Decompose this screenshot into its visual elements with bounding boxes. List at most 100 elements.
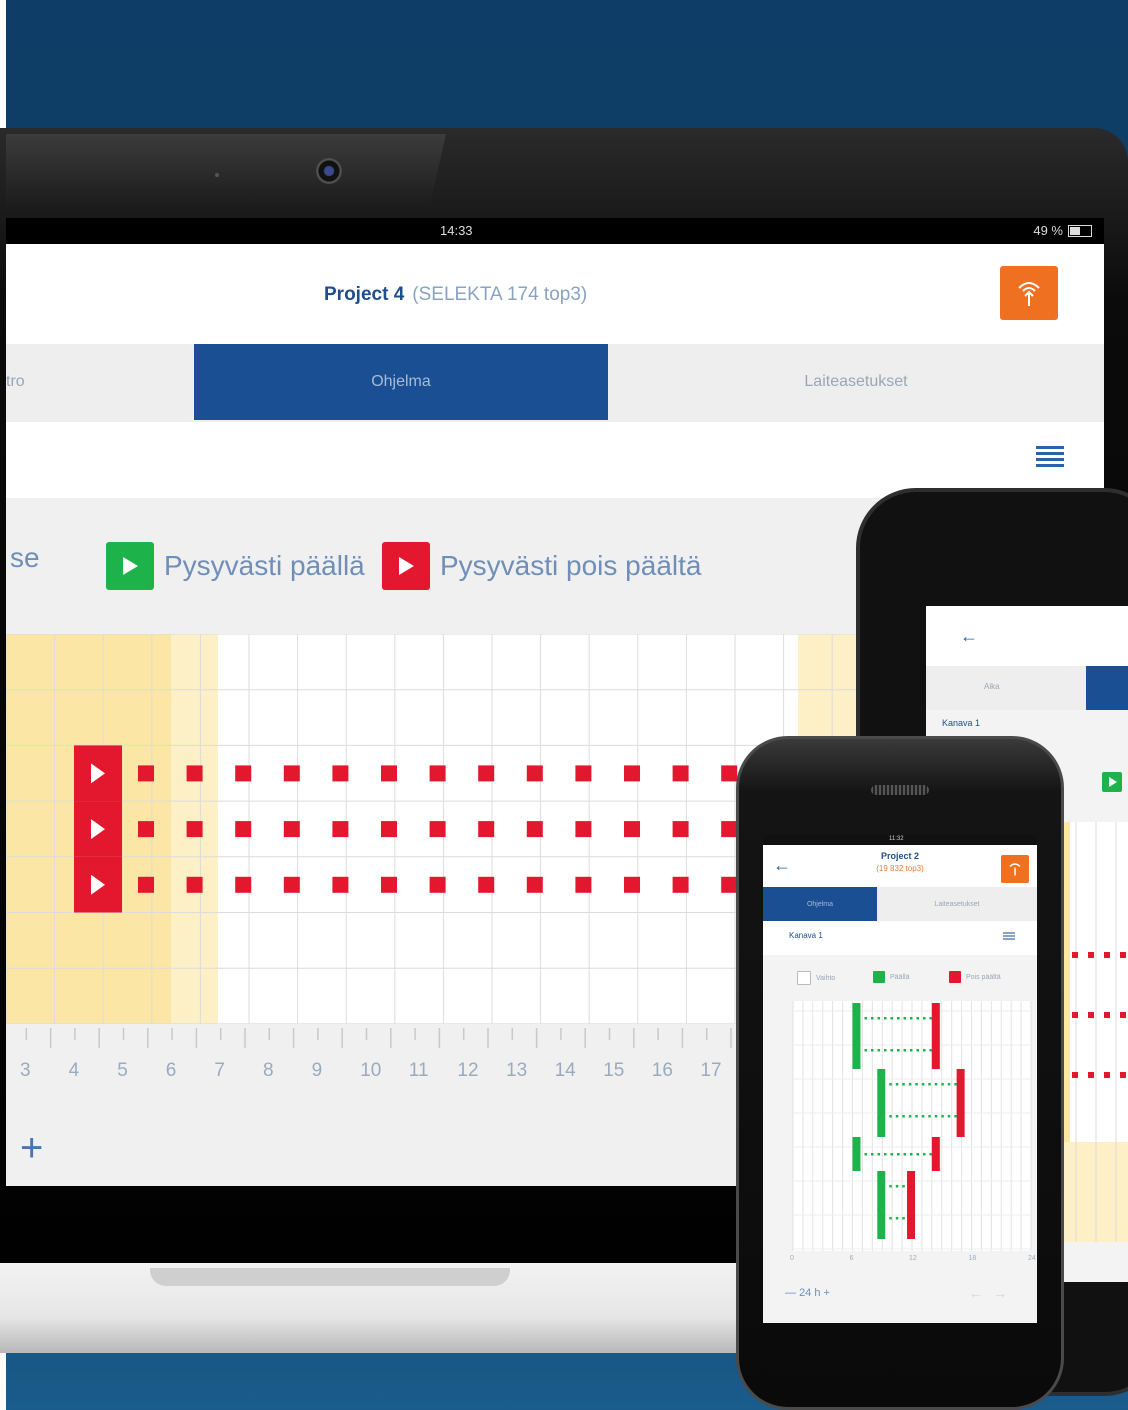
tab-program[interactable]	[1086, 666, 1128, 710]
phone-plus-header: ←	[926, 606, 1128, 666]
phone-schedule-chart[interactable]	[763, 1001, 1037, 1251]
phone-tab-device-settings[interactable]: Laiteasetukset	[877, 887, 1037, 921]
tab-info[interactable]: tro	[6, 344, 194, 420]
off-dot	[1120, 1072, 1126, 1078]
tab-program[interactable]: Ohjelma	[194, 344, 608, 420]
on-dot	[890, 1153, 893, 1156]
off-dot	[235, 765, 252, 782]
axis-tick-label: 11	[408, 1060, 429, 1081]
on-dot	[947, 1083, 951, 1086]
axis-tick-label: 13	[506, 1060, 528, 1081]
legend-label: Päällä	[890, 973, 910, 981]
tablet-stand	[150, 1268, 510, 1286]
zoom-control[interactable]: — 24 h +	[785, 1287, 830, 1299]
off-dot	[721, 765, 738, 782]
phone-time-axis: 0 6 12 18 24	[763, 1253, 1037, 1271]
on-dot	[871, 1017, 874, 1020]
on-dot	[916, 1049, 919, 1052]
off-dot	[235, 821, 252, 838]
tab-device-settings[interactable]: Laiteasetukset	[608, 344, 1104, 420]
on-dot	[934, 1115, 938, 1118]
on-dot	[889, 1217, 892, 1220]
off-dot	[186, 765, 203, 782]
on-dot	[902, 1217, 905, 1220]
phone-header: ← Project 2 (19 832 top3)	[763, 845, 1037, 887]
zoom-out-button[interactable]: —	[785, 1287, 796, 1299]
on-bar	[877, 1171, 886, 1239]
device-name: (SELEKTA 174 top3)	[412, 284, 588, 305]
phone-plus-tabs: Aika	[926, 666, 1128, 710]
list-icon[interactable]	[1036, 446, 1064, 468]
legend-label: Vaihto	[816, 974, 836, 982]
on-dot	[877, 1153, 880, 1156]
antenna-icon	[1009, 863, 1021, 876]
off-dot	[575, 821, 592, 838]
phone-legend-off[interactable]: Pois päältä	[949, 971, 1001, 983]
tab-time[interactable]: Aika	[984, 682, 1000, 691]
on-dot	[895, 1185, 899, 1188]
off-dot	[138, 765, 154, 782]
on-dot	[884, 1153, 887, 1156]
list-icon[interactable]	[1003, 932, 1015, 941]
legend-label-on: Pysyvästi päällä	[164, 550, 365, 581]
on-dot	[877, 1017, 880, 1020]
on-dot	[902, 1185, 905, 1188]
axis-tick-label: 0	[790, 1255, 794, 1262]
legend-item-partial[interactable]: se	[10, 542, 40, 574]
phone-status-bar: 11:32	[763, 835, 1037, 845]
off-dot	[1072, 1072, 1078, 1078]
phone-legend-on[interactable]: Päällä	[873, 971, 909, 983]
on-dot	[947, 1115, 951, 1118]
on-dot	[871, 1049, 874, 1052]
arrow-left-icon[interactable]: ←	[960, 626, 978, 647]
on-bar	[852, 1137, 861, 1171]
on-dot	[889, 1083, 892, 1086]
axis-tick-label: 7	[214, 1060, 225, 1081]
speaker-grille	[871, 785, 929, 795]
antenna-icon	[1018, 282, 1040, 306]
zoom-in-button[interactable]: +	[824, 1287, 830, 1299]
on-dot	[884, 1049, 887, 1052]
off-dot	[332, 821, 349, 838]
off-dot	[381, 876, 397, 893]
on-dot	[897, 1153, 900, 1156]
on-dot	[884, 1017, 887, 1020]
off-dot	[1120, 952, 1126, 958]
off-dot	[1120, 1012, 1126, 1018]
sync-button[interactable]	[1000, 266, 1058, 320]
highlight-band-bottom	[1056, 1142, 1128, 1242]
off-dot	[1088, 1072, 1094, 1078]
phone-legend-switch[interactable]: Vaihto	[797, 971, 835, 985]
off-dot	[332, 876, 349, 893]
prev-arrow-icon[interactable]: ←	[969, 1285, 993, 1301]
on-dot	[897, 1049, 900, 1052]
on-dot	[910, 1017, 913, 1020]
on-dot	[941, 1083, 944, 1086]
on-dot	[864, 1049, 867, 1052]
off-dot	[575, 876, 592, 893]
zoom-level: 24 h	[799, 1287, 821, 1299]
axis-tick-label: 14	[554, 1060, 576, 1081]
phone-plus-grid[interactable]	[1056, 822, 1128, 1242]
tab-bar: tro Ohjelma Laiteasetukset	[6, 344, 1104, 422]
off-dot	[429, 821, 446, 838]
on-bar	[852, 1003, 861, 1069]
app-header: Project 4 (SELEKTA 174 top3)	[6, 244, 1104, 344]
off-dot	[1072, 952, 1078, 958]
on-dot	[897, 1017, 900, 1020]
on-dot	[934, 1083, 938, 1086]
add-button[interactable]: +	[20, 1128, 43, 1168]
on-dot	[864, 1153, 867, 1156]
off-dot	[186, 876, 203, 893]
phone-screen: 11:32 ← Project 2 (19 832 top3) Ohjelma …	[763, 835, 1037, 1323]
axis-tick-label: 12	[909, 1255, 917, 1262]
phone-sync-button[interactable]	[1001, 855, 1029, 883]
off-dot	[672, 765, 689, 782]
legend-item-on[interactable]: Pysyvästi päällä	[106, 542, 365, 590]
on-dot	[929, 1017, 932, 1020]
legend-item-off[interactable]: Pysyvästi pois päältä	[382, 542, 701, 590]
phone-tab-program[interactable]: Ohjelma	[763, 887, 877, 921]
off-dot	[138, 876, 154, 893]
next-arrow-icon[interactable]: →	[993, 1285, 1017, 1301]
phone-plus-status-bar	[926, 592, 1128, 606]
